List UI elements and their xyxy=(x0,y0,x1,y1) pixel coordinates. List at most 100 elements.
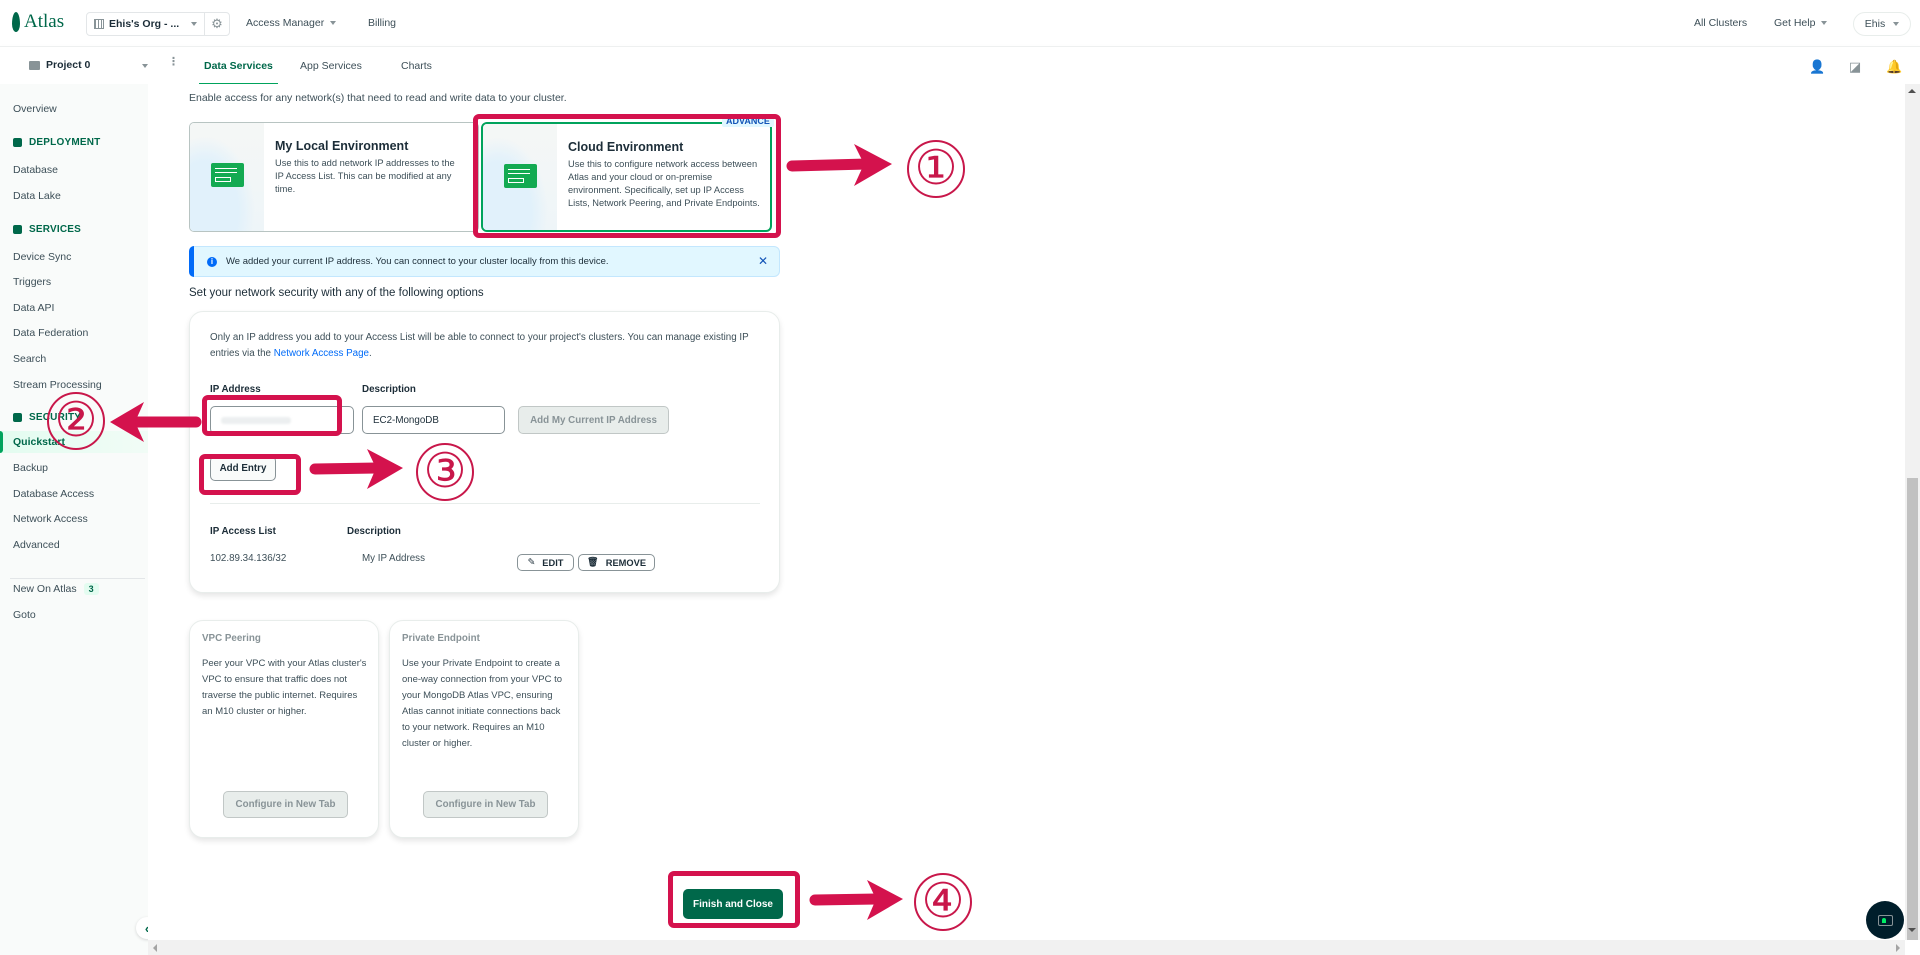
button-label: REMOVE xyxy=(605,557,647,568)
annotation-arrow-2 xyxy=(110,402,202,442)
scrollbar-thumb[interactable] xyxy=(1907,478,1918,940)
annotation-arrow-4 xyxy=(809,880,903,920)
step-number-4: ④ xyxy=(914,873,972,931)
card-title: Private Endpoint xyxy=(402,633,480,644)
tab-data-services[interactable]: Data Services xyxy=(199,60,278,85)
support-chat-button[interactable] xyxy=(1866,901,1904,939)
info-icon: i xyxy=(207,256,217,267)
card-description: Use this to add network IP addresses to … xyxy=(275,158,455,194)
atlas-logo[interactable]: Atlas xyxy=(12,11,64,33)
card-title: VPC Peering xyxy=(202,633,261,644)
sidebar-item-data-federation[interactable]: Data Federation xyxy=(13,327,88,339)
scroll-down-arrow-icon[interactable] xyxy=(1908,928,1916,932)
pencil-icon: ✎ xyxy=(527,557,536,567)
annotation-arrow-1 xyxy=(786,144,892,186)
sidebar-item-device-sync[interactable]: Device Sync xyxy=(13,251,71,263)
ip-access-list-header: IP Access List xyxy=(210,526,276,537)
building-icon xyxy=(94,19,104,29)
invite-user-icon[interactable]: 👤 xyxy=(1809,59,1825,74)
tab-charts[interactable]: Charts xyxy=(401,60,432,72)
step-number-1: ① xyxy=(907,140,965,198)
section-label: SERVICES xyxy=(29,224,81,235)
sidebar-item-goto[interactable]: Goto xyxy=(13,609,36,621)
database-icon xyxy=(13,138,22,147)
add-current-ip-button[interactable]: Add My Current IP Address xyxy=(518,406,669,434)
notifications-bell-icon[interactable]: 🔔 xyxy=(1886,59,1902,74)
scroll-right-arrow-icon[interactable] xyxy=(1896,944,1900,952)
sidebar-item-overview[interactable]: Overview xyxy=(13,103,57,115)
sidebar-item-advanced[interactable]: Advanced xyxy=(13,539,60,551)
nav-get-help[interactable]: Get Help xyxy=(1774,17,1828,29)
sidebar-section-deployment: DEPLOYMENT xyxy=(13,137,100,148)
card-title: My Local Environment xyxy=(275,139,409,153)
more-options-icon[interactable]: ⋮ xyxy=(168,57,179,68)
sidebar-item-search[interactable]: Search xyxy=(13,353,46,365)
scroll-up-arrow-icon[interactable] xyxy=(1908,89,1916,93)
sidebar-item-data-api[interactable]: Data API xyxy=(13,302,54,314)
screen-icon xyxy=(211,163,244,187)
step-number-2: ② xyxy=(47,392,105,450)
sidebar-item-new-on-atlas[interactable]: New On Atlas 3 xyxy=(13,583,99,595)
configure-vpc-button[interactable]: Configure in New Tab xyxy=(223,791,348,818)
chevron-down-icon[interactable] xyxy=(142,64,148,68)
ip-entry-description: My IP Address xyxy=(362,553,425,564)
mongodb-leaf-icon xyxy=(12,12,20,32)
org-name: Ehis's Org - ... xyxy=(109,18,180,30)
chevron-down-icon xyxy=(330,21,337,25)
org-settings-gear-icon[interactable]: ⚙ xyxy=(204,13,229,35)
card-description: Peer your VPC with your Atlas cluster's … xyxy=(202,658,367,717)
highlight-box-2 xyxy=(202,395,342,436)
nav-label: Access Manager xyxy=(246,17,325,29)
chat-icon xyxy=(1877,914,1893,926)
local-env-illustration xyxy=(190,123,264,231)
banner-text: We added your current IP address. You ca… xyxy=(226,256,609,267)
description-label: Description xyxy=(362,384,416,395)
nav-billing[interactable]: Billing xyxy=(368,17,396,29)
sidebar-item-network-access[interactable]: Network Access xyxy=(13,513,88,525)
sidebar-section-services: SERVICES xyxy=(13,224,81,235)
nav-label: Get Help xyxy=(1774,17,1816,29)
chevron-down-icon xyxy=(191,22,197,26)
project-selector[interactable]: Project 0 xyxy=(29,59,90,71)
activity-feed-icon[interactable]: ◪ xyxy=(1848,59,1862,74)
divider xyxy=(210,503,760,504)
top-navbar: Atlas Ehis's Org - ... ⚙ Access Manager … xyxy=(0,0,1920,46)
remove-button[interactable]: 🗑 REMOVE xyxy=(578,554,655,571)
sidebar-item-data-lake[interactable]: Data Lake xyxy=(13,190,61,202)
vertical-scrollbar[interactable] xyxy=(1905,84,1920,940)
user-menu[interactable]: Ehis xyxy=(1853,12,1911,36)
chevron-down-icon xyxy=(1821,21,1828,25)
sidebar-item-triggers[interactable]: Triggers xyxy=(13,276,51,288)
services-icon xyxy=(13,225,22,234)
options-title: Set your network security with any of th… xyxy=(189,287,484,299)
configure-private-endpoint-button[interactable]: Configure in New Tab xyxy=(423,791,548,818)
description-input[interactable]: EC2-MongoDB xyxy=(362,406,505,434)
sidebar-item-stream-processing[interactable]: Stream Processing xyxy=(13,379,102,391)
project-name: Project 0 xyxy=(46,59,91,71)
intro-text: Enable access for any network(s) that ne… xyxy=(189,92,567,104)
sidebar-item-database[interactable]: Database xyxy=(13,164,58,176)
network-access-page-link[interactable]: Network Access Page xyxy=(274,348,369,359)
step-number-3: ③ xyxy=(416,443,474,501)
ip-entry: 102.89.34.136/32 xyxy=(210,553,287,564)
sidebar-item-database-access[interactable]: Database Access xyxy=(13,488,94,500)
sidebar-divider xyxy=(10,578,145,579)
logo-text: Atlas xyxy=(24,11,65,32)
edit-button[interactable]: ✎ EDIT xyxy=(517,554,574,571)
ip-access-description: Only an IP address you add to your Acces… xyxy=(210,330,770,362)
sidebar-item-backup[interactable]: Backup xyxy=(13,462,48,474)
nav-all-clusters[interactable]: All Clusters xyxy=(1694,17,1747,29)
item-label: New On Atlas xyxy=(13,583,77,595)
horizontal-scrollbar[interactable] xyxy=(148,940,1905,955)
close-icon[interactable]: ✕ xyxy=(758,254,768,268)
env-card-local[interactable]: My Local Environment Use this to add net… xyxy=(189,122,479,232)
nav-access-manager[interactable]: Access Manager xyxy=(246,17,337,29)
info-banner: i We added your current IP address. You … xyxy=(189,246,780,277)
description-header: Description xyxy=(347,526,401,537)
desc-text: . xyxy=(369,348,372,359)
org-selector[interactable]: Ehis's Org - ... ⚙ xyxy=(86,12,230,36)
tab-app-services[interactable]: App Services xyxy=(300,60,362,72)
scroll-left-arrow-icon[interactable] xyxy=(153,944,157,952)
card-description: Use your Private Endpoint to create a on… xyxy=(402,658,562,749)
ip-access-card: Only an IP address you add to your Acces… xyxy=(189,311,780,593)
